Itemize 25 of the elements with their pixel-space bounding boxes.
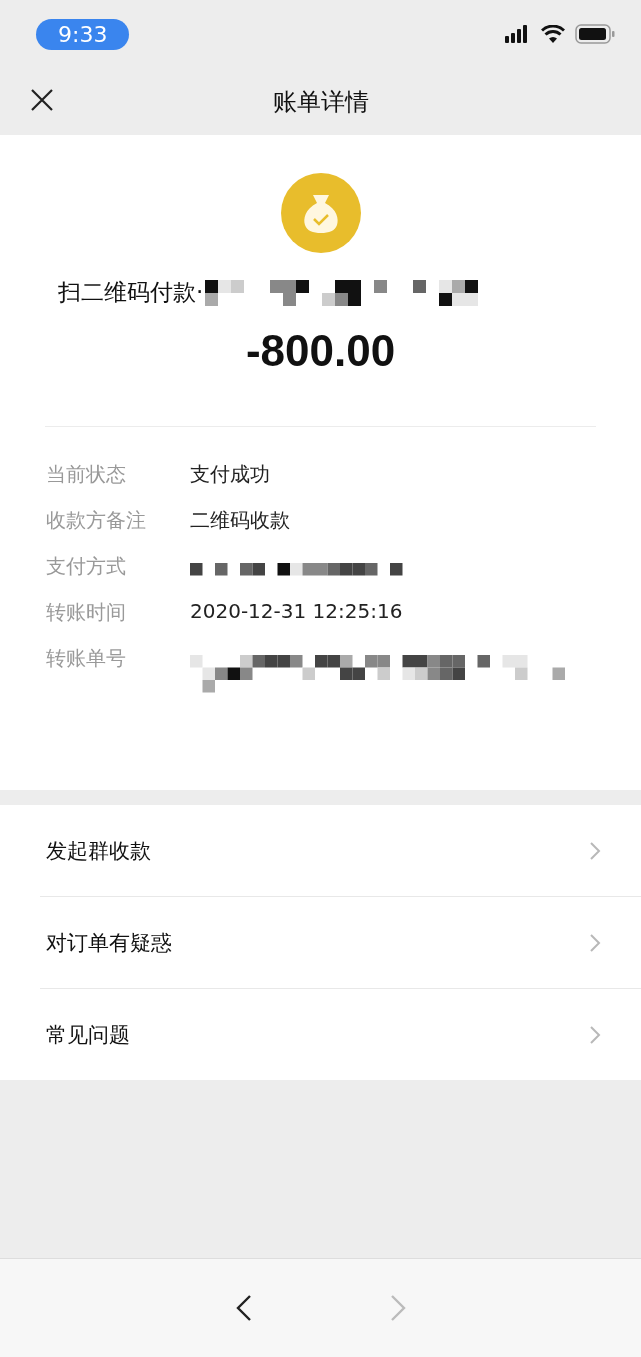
menu-item[interactable]: 对订单有疑惑 — [40, 896, 641, 988]
merchant-name: 扫二维码付款· — [58, 278, 204, 307]
detail-label: 转账时间 — [46, 599, 127, 626]
status-time: 9:33 — [36, 18, 130, 50]
menu-item[interactable]: 常见问题 — [40, 988, 641, 1080]
wifi-icon — [541, 25, 565, 43]
detail-value: 二维码收款 — [190, 507, 290, 534]
chevron-right-icon — [589, 840, 601, 861]
money-bag-icon — [280, 173, 361, 253]
detail-label: 当前状态 — [46, 461, 127, 488]
detail-value: 支付成功 — [190, 461, 270, 488]
detail-label: 收款方备注 — [46, 507, 147, 534]
chevron-right-icon — [389, 1294, 406, 1322]
chevron-right-icon — [589, 932, 601, 953]
chevron-left-icon — [235, 1294, 252, 1322]
close-button[interactable] — [30, 88, 54, 112]
detail-label: 支付方式 — [46, 553, 127, 580]
chevron-right-icon — [589, 1024, 601, 1045]
detail-value: 2020-12-31 12:25:16 — [190, 599, 403, 623]
detail-label: 转账单号 — [46, 645, 127, 672]
amount-text: -800.00 — [245, 326, 396, 376]
menu-item[interactable]: 发起群收款 — [40, 805, 641, 896]
battery-icon — [575, 24, 615, 44]
close-icon — [30, 88, 54, 112]
window-title: 账单详情 — [272, 86, 369, 118]
